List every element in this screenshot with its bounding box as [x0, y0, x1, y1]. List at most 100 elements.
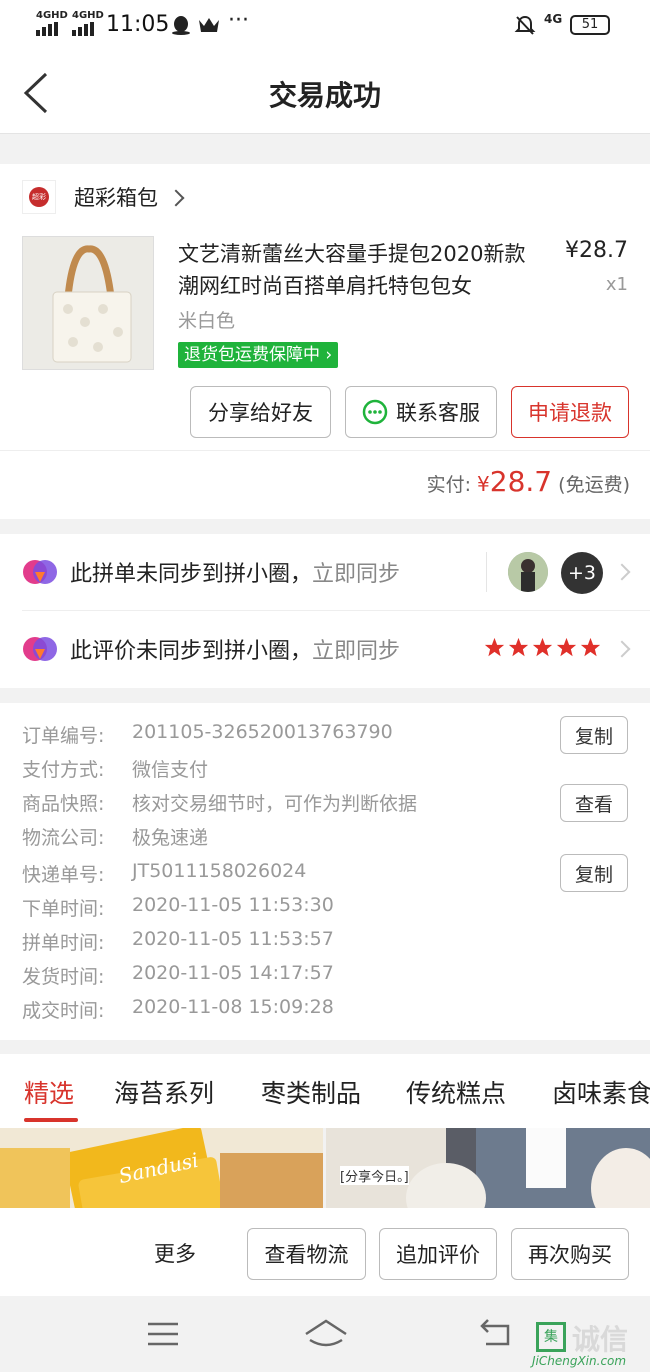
watermark-brand: 诚信: [572, 1323, 629, 1356]
page-title: 交易成功: [268, 79, 381, 112]
sync-review-chevron-icon: [613, 640, 631, 658]
ship-time-value: 2020-11-05 14:17:57: [132, 962, 334, 984]
courier-value: 极兔速递: [132, 827, 209, 849]
signal-label-2: 4GHD: [72, 10, 104, 21]
circle-logo-icon: [23, 637, 57, 661]
sync-group-label: 此拼单未同步到拼小圈，: [70, 562, 313, 587]
product-qty: x1: [605, 274, 628, 295]
signal-icon-2: [72, 22, 94, 36]
star-icon: [556, 637, 577, 657]
star-icon: [484, 637, 505, 657]
watermark: 集 诚信 JiChengXin.com: [532, 1298, 650, 1370]
tracking-no-value: JT5011158026024: [132, 860, 307, 882]
share-label: 分享给好友: [208, 401, 313, 425]
return-shipping-badge[interactable]: 退货包运费保障中 ›: [178, 342, 339, 368]
paid-label: 实付:: [426, 474, 471, 496]
chat-icon: [362, 399, 388, 425]
sync-review-label: 此评价未同步到拼小圈，: [70, 639, 313, 664]
signal-icon-1: [36, 22, 58, 36]
badge-label: 退货包运费保障中: [184, 345, 320, 365]
divider: [486, 552, 487, 592]
status-time: 11:05: [106, 12, 170, 37]
ship-time-label: 发货时间:: [22, 966, 105, 988]
reco-image-2-text: [分享今日。]: [340, 1166, 409, 1185]
menu-icon[interactable]: [146, 1320, 180, 1348]
watermark-url: JiChengXin.com: [532, 1354, 627, 1368]
more-members-badge: +3: [561, 552, 603, 594]
tab-seaweed[interactable]: 海苔系列: [114, 1074, 214, 1110]
network-type: 4G: [544, 12, 563, 26]
mute-bell-icon: [514, 15, 536, 35]
system-nav-bar: 集 诚信 JiChengXin.com: [0, 1296, 650, 1372]
avatar-image: [508, 552, 548, 592]
sync-group-row[interactable]: 此拼单未同步到拼小圈，立即同步 +3: [0, 534, 650, 610]
tab-jujube[interactable]: 枣类制品: [261, 1074, 361, 1110]
copy-order-button[interactable]: 复制: [560, 716, 628, 754]
refund-label: 申请退款: [528, 401, 612, 425]
watermark-logo-icon: 集: [536, 1322, 566, 1352]
more-button[interactable]: 更多: [154, 1238, 196, 1268]
product-image[interactable]: [22, 236, 154, 370]
add-review-button[interactable]: 追加评价: [379, 1228, 497, 1280]
snapshot-value: 核对交易细节时，可作为判断依据: [132, 793, 418, 815]
more-status-icon: ···: [228, 8, 249, 33]
sync-group-text: 此拼单未同步到拼小圈，立即同步: [70, 556, 400, 588]
order-no-value: 201105-326520013763790: [132, 721, 393, 743]
nav-bar: 交易成功: [0, 52, 650, 134]
paid-currency: ¥: [477, 472, 490, 496]
shop-name[interactable]: 超彩箱包: [74, 182, 158, 212]
sync-group-chevron-icon: [613, 563, 631, 581]
qq-icon: [172, 16, 190, 35]
deal-time-value: 2020-11-08 15:09:28: [132, 996, 334, 1018]
sync-review-text: 此评价未同步到拼小圈，立即同步: [70, 633, 400, 665]
battery-level: 51: [581, 17, 599, 32]
shop-logo[interactable]: 超彩: [22, 180, 56, 214]
copy-tracking-button[interactable]: 复制: [560, 854, 628, 892]
payment-method-value: 微信支付: [132, 759, 209, 781]
status-bar: 4GHD 4GHD 11:05 ··· 4G 51: [0, 0, 650, 52]
group-time-value: 2020-11-05 11:53:57: [132, 928, 334, 950]
group-time-label: 拼单时间:: [22, 932, 105, 954]
screen: 4GHD 4GHD 11:05 ··· 4G 51 交易成功 超彩 超彩箱包 文…: [0, 0, 650, 1372]
bottom-action-bar: 更多 查看物流 追加评价 再次购买: [0, 1208, 650, 1296]
tracking-no-label: 快递单号:: [22, 864, 105, 886]
order-info-card: 订单编号: 201105-326520013763790 复制 支付方式: 微信…: [0, 703, 650, 1040]
courier-label: 物流公司:: [22, 827, 105, 849]
snapshot-label: 商品快照:: [22, 793, 105, 815]
sync-review-row[interactable]: 此评价未同步到拼小圈，立即同步: [0, 611, 650, 687]
reco-image-1[interactable]: Sandusi: [0, 1128, 323, 1208]
contact-service-button[interactable]: 联系客服: [345, 386, 497, 438]
shipping-note: (免运费): [558, 474, 630, 496]
back-nav-icon[interactable]: [480, 1318, 514, 1348]
tab-braised[interactable]: 卤味素食: [552, 1074, 650, 1110]
reco-image-2[interactable]: [分享今日。]: [326, 1128, 650, 1208]
bag-illustration: [23, 237, 153, 369]
order-time-label: 下单时间:: [22, 898, 105, 920]
product-title[interactable]: 文艺清新蕾丝大容量手提包2020新款潮网红时尚百搭单肩托特包包女: [178, 238, 538, 302]
order-time-value: 2020-11-05 11:53:30: [132, 894, 334, 916]
order-card: 超彩 超彩箱包 文艺清新蕾丝大容量手提包2020新款潮网红时尚百搭单肩托特包包女…: [0, 164, 650, 451]
shop-logo-mark: 超彩: [29, 187, 49, 207]
star-icon: [532, 637, 553, 657]
sync-group-link[interactable]: 立即同步: [312, 562, 400, 587]
home-icon[interactable]: [304, 1318, 348, 1348]
view-logistics-button[interactable]: 查看物流: [247, 1228, 366, 1280]
shop-chevron-icon: [167, 189, 185, 207]
share-button[interactable]: 分享给好友: [190, 386, 331, 438]
view-snapshot-button[interactable]: 查看: [560, 784, 628, 822]
refund-button[interactable]: 申请退款: [511, 386, 629, 438]
avatar: [508, 552, 548, 592]
tab-indicator: [24, 1118, 78, 1122]
paid-amount: 28.7: [489, 465, 553, 498]
product-price: ¥28.7: [565, 238, 628, 263]
deal-time-label: 成交时间:: [22, 1000, 105, 1022]
sync-review-link[interactable]: 立即同步: [312, 639, 400, 664]
category-tabs: 精选 海苔系列 枣类制品 传统糕点 卤味素食: [0, 1054, 650, 1128]
tab-selected[interactable]: 精选: [24, 1074, 74, 1110]
battery-icon: 51: [570, 15, 610, 35]
product-variant: 米白色: [178, 310, 236, 332]
buy-again-button[interactable]: 再次购买: [511, 1228, 629, 1280]
order-no-label: 订单编号:: [22, 725, 105, 747]
circle-logo-icon: [23, 560, 57, 584]
tab-pastry[interactable]: 传统糕点: [406, 1074, 506, 1110]
